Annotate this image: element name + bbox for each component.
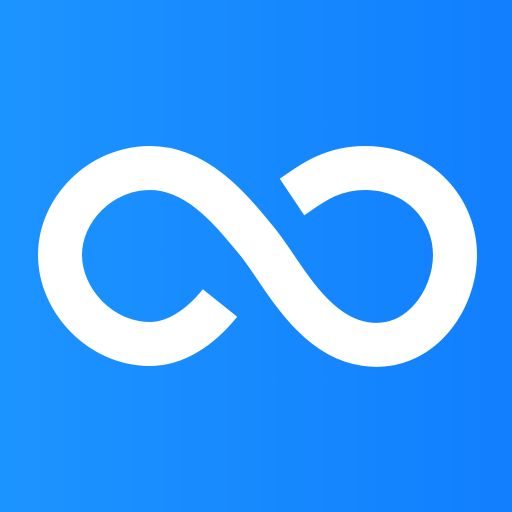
infinity-left-loop — [38, 146, 477, 367]
app-icon-background — [0, 0, 512, 512]
infinity-icon — [38, 146, 477, 367]
